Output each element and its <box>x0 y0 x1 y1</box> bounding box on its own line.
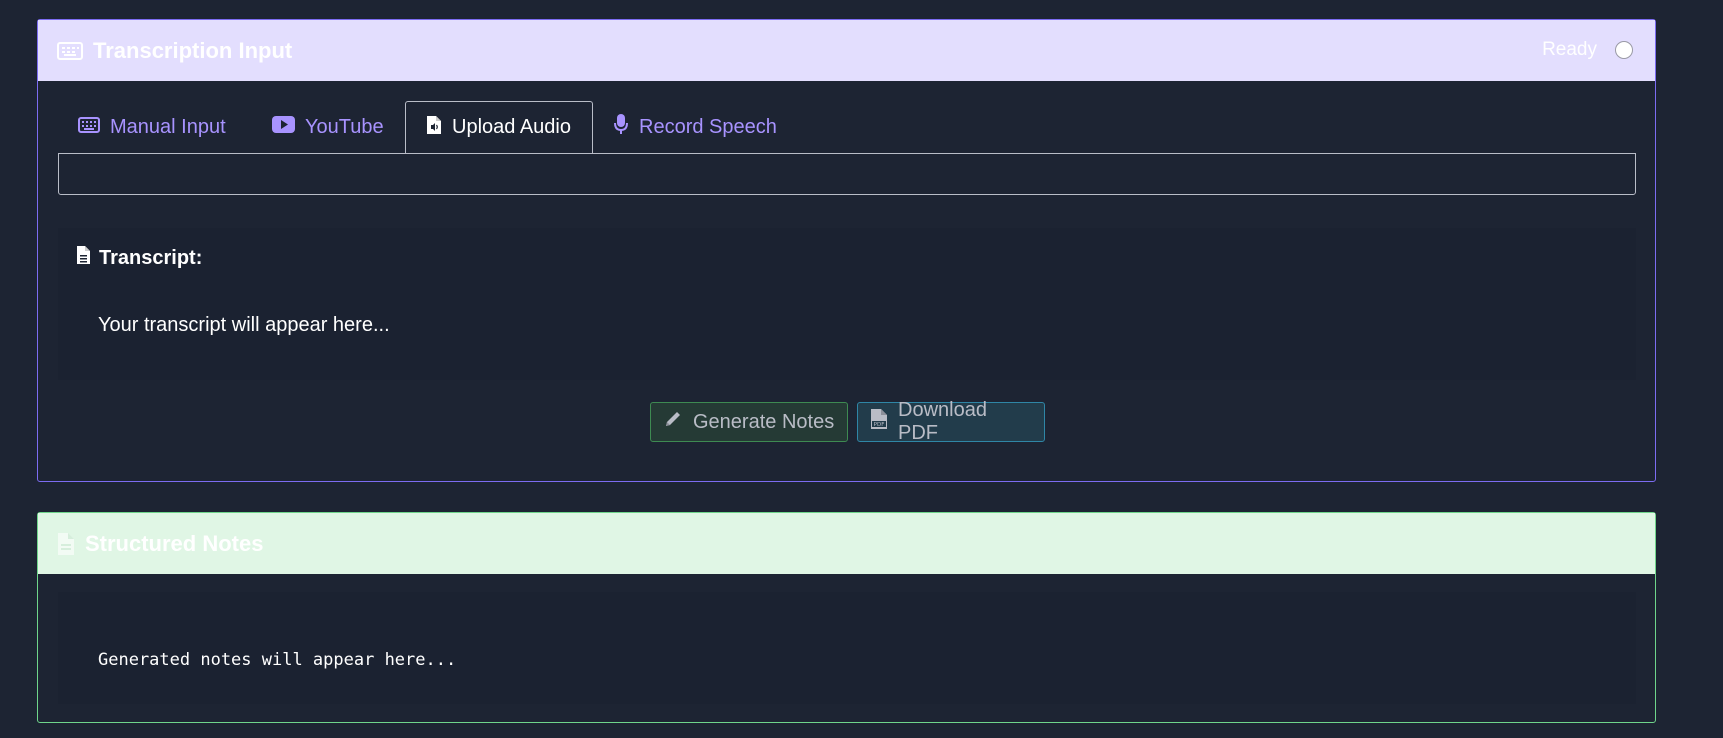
tab-upload-audio[interactable]: Upload Audio <box>405 101 593 153</box>
transcript-text: Your transcript will appear here... <box>98 314 390 336</box>
tab-manual-input[interactable]: Manual Input <box>58 101 246 153</box>
status-dot <box>1615 41 1633 59</box>
generate-notes-label: Generate Notes <box>693 410 835 433</box>
svg-text:PDF: PDF <box>874 422 885 428</box>
page-title: Transcription Input <box>93 37 293 63</box>
document-icon <box>76 245 91 271</box>
transcript-label-text: Transcript: <box>99 246 203 269</box>
transcript-label: Transcript: <box>76 245 202 271</box>
keyboard-icon <box>78 116 100 139</box>
notes-placeholder: Generated notes will appear here... <box>98 650 457 670</box>
youtube-icon <box>272 115 295 139</box>
transcription-input-header: Transcription Input Ready <box>38 20 1655 81</box>
transcript-box: Transcript: Your transcript will appear … <box>58 228 1636 380</box>
structured-notes-header: Structured Notes <box>38 513 1655 574</box>
upload-audio-panel[interactable] <box>58 153 1636 195</box>
section-title: Structured Notes <box>85 530 264 556</box>
tab-label: Manual Input <box>110 115 226 138</box>
pencil-icon <box>663 409 683 435</box>
status-text: Ready <box>1542 39 1597 60</box>
tab-youtube[interactable]: YouTube <box>252 101 404 153</box>
microphone-icon <box>613 113 629 141</box>
keyboard-icon <box>57 41 83 61</box>
audio-file-icon <box>426 115 442 141</box>
structured-notes-card: Structured Notes Generated notes will ap… <box>37 512 1656 723</box>
tab-label: YouTube <box>305 115 384 138</box>
pdf-file-icon: PDF <box>870 408 888 436</box>
download-pdf-label: Download PDF <box>898 399 987 444</box>
tab-record-speech[interactable]: Record Speech <box>593 101 797 153</box>
document-icon <box>57 532 75 556</box>
generate-notes-button[interactable]: Generate Notes <box>650 402 848 442</box>
transcription-input-card: Transcription Input Ready Manual Input Y… <box>37 19 1656 482</box>
notes-output: Generated notes will appear here... <box>58 592 1636 704</box>
download-pdf-button[interactable]: PDF Download PDF <box>857 399 1045 444</box>
tab-label: Record Speech <box>639 115 777 138</box>
status-indicator: Ready <box>1542 39 1633 61</box>
tab-label: Upload Audio <box>452 116 571 138</box>
